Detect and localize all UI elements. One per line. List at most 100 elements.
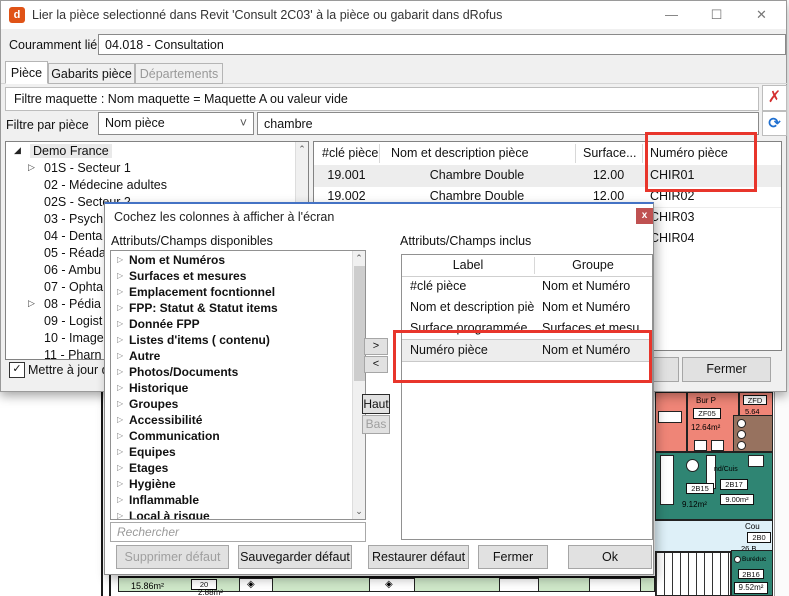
cell-surface: 12.00 — [575, 165, 642, 186]
collapsed-icon[interactable]: ▷ — [117, 319, 123, 328]
included-row[interactable]: #clé pièce Nom et Numéro — [402, 276, 652, 297]
collapsed-icon[interactable]: ▷ — [28, 298, 35, 309]
list-item[interactable]: ▷Hygiène — [111, 477, 349, 493]
list-item[interactable]: ▷ Accessibilité — [111, 413, 349, 429]
drofus-app-icon: d — [9, 7, 25, 23]
clear-filter-icon[interactable]: ✗ — [762, 85, 787, 111]
filter-field-dropdown[interactable]: Nom pièce ˅ — [98, 112, 254, 135]
cell-numero: CHIR03 — [642, 207, 781, 228]
tree-item-label: 05 - Réada — [44, 246, 106, 260]
scroll-up-icon[interactable]: ⌃ — [353, 253, 365, 264]
column-header-groupe[interactable]: Groupe — [534, 255, 652, 276]
expanded-icon[interactable]: ◢ — [14, 145, 21, 156]
cell-name: Chambre Double — [379, 165, 575, 186]
annotation-highlight-numero-row — [393, 330, 652, 383]
collapsed-icon[interactable]: ▷ — [117, 431, 123, 440]
column-header-key[interactable]: #clé pièce — [314, 142, 379, 165]
plan-room-tag: 2B15 — [686, 483, 714, 494]
list-item-label: Accessibilité — [129, 413, 202, 427]
list-item[interactable]: ▷Emplacement focntionnel — [111, 285, 349, 301]
list-item[interactable]: ▷Listes d'items ( contenu) — [111, 333, 349, 349]
column-header-label[interactable]: Label — [402, 255, 534, 276]
list-item[interactable]: ▷FPP: Statut & Statut items — [111, 301, 349, 317]
collapsed-icon[interactable]: ▷ — [117, 335, 123, 344]
list-item[interactable]: ▷Local à risque — [111, 509, 349, 520]
plan-symbol — [737, 430, 746, 439]
collapsed-icon[interactable]: ▷ — [117, 255, 123, 264]
ok-button[interactable]: Ok — [568, 545, 652, 569]
plan-area-label: 12.64m² — [691, 423, 720, 432]
column-header-name[interactable]: Nom et description pièce — [379, 142, 575, 165]
fermer-button[interactable]: Fermer — [682, 357, 771, 382]
plan-door-block — [499, 578, 539, 592]
list-item-label: Donnée FPP — [129, 317, 200, 331]
scroll-down-icon[interactable]: ⌄ — [353, 506, 365, 517]
collapsed-icon[interactable]: ▷ — [117, 463, 123, 472]
collapsed-icon[interactable]: ▷ — [117, 447, 123, 456]
minimize-icon[interactable]: — — [649, 1, 694, 29]
list-item[interactable]: ▷Equipes — [111, 445, 349, 461]
included-row[interactable]: Nom et description piè Nom et Numéro — [402, 297, 652, 318]
list-item[interactable]: ▷ Donnée FPP — [111, 317, 349, 333]
included-attributes-table: Label Groupe #clé pièce Nom et Numéro No… — [401, 254, 653, 540]
collapsed-icon[interactable]: ▷ — [117, 271, 123, 280]
collapsed-icon[interactable]: ▷ — [117, 351, 123, 360]
list-item[interactable]: ▷Nom et Numéros — [111, 253, 349, 269]
list-item[interactable]: ▷Autre — [111, 349, 349, 365]
tree-item[interactable]: 02 - Médecine adultes — [6, 178, 291, 195]
move-down-button[interactable]: Bas — [362, 415, 390, 434]
move-up-button[interactable]: Haut — [362, 394, 390, 414]
tree-item-label: Demo France — [30, 144, 112, 158]
remove-column-button[interactable]: < — [364, 356, 388, 373]
cell-groupe: Nom et Numéro — [534, 297, 652, 318]
refresh-filter-icon[interactable]: ⟳ — [762, 111, 787, 136]
list-scrollbar[interactable]: ⌃ ⌄ — [352, 251, 365, 519]
collapsed-icon[interactable]: ▷ — [117, 415, 123, 424]
current-link-field[interactable] — [98, 34, 786, 55]
collapsed-icon[interactable]: ▷ — [117, 303, 123, 312]
collapsed-icon[interactable]: ▷ — [117, 383, 123, 392]
chevron-down-icon: ˅ — [240, 113, 247, 134]
collapsed-icon[interactable]: ▷ — [117, 399, 123, 408]
plan-symbol — [734, 556, 741, 563]
restaurer-defaut-button[interactable]: Restaurer défaut — [368, 545, 469, 569]
attribute-search-input[interactable] — [110, 522, 366, 542]
title-bar: d Lier la pièce selectionné dans Revit '… — [1, 1, 786, 29]
column-header-surface[interactable]: Surface... — [575, 142, 642, 165]
maximize-icon[interactable]: ☐ — [694, 1, 739, 29]
plan-furniture — [711, 440, 724, 451]
collapsed-icon[interactable]: ▷ — [117, 367, 123, 376]
close-icon[interactable]: ✕ — [739, 1, 784, 29]
partial-hidden-button[interactable] — [651, 357, 679, 382]
tree-item-label: 10 - Image — [44, 331, 104, 345]
update-checkbox[interactable]: ✓ — [9, 362, 25, 378]
list-item[interactable]: ▷Surfaces et mesures — [111, 269, 349, 285]
dialog-fermer-button[interactable]: Fermer — [478, 545, 548, 569]
tab-piece[interactable]: Pièce — [5, 61, 48, 84]
supprimer-defaut-button[interactable]: Supprimer défaut — [116, 545, 229, 569]
collapsed-icon[interactable]: ▷ — [28, 162, 35, 173]
tree-item[interactable]: ▷ 01S - Secteur 1 — [6, 161, 291, 178]
tab-departements[interactable]: Départements — [135, 63, 223, 84]
list-item[interactable]: ▷ Inflammable — [111, 493, 349, 509]
dialog-close-icon[interactable]: x — [636, 208, 653, 224]
plan-room-tag: ZF05 — [693, 408, 721, 419]
sauvegarder-defaut-button[interactable]: Sauvegarder défaut — [238, 545, 352, 569]
screenshot-root: 15.86m² 20 ◈ ◈ 2.88m² Bur P ZF05 12.64m²… — [0, 0, 789, 596]
collapsed-icon[interactable]: ▷ — [117, 287, 123, 296]
tab-gabarits-piece[interactable]: Gabarits pièce — [48, 63, 135, 84]
scroll-up-icon[interactable]: ⌃ — [296, 144, 308, 155]
plan-room-name: nd/Cuis — [714, 466, 738, 473]
add-column-button[interactable]: > — [364, 338, 388, 355]
collapsed-icon[interactable]: ▷ — [117, 495, 123, 504]
list-item[interactable]: ▷Photos/Documents — [111, 365, 349, 381]
collapsed-icon[interactable]: ▷ — [117, 511, 123, 520]
tree-item-demo-france[interactable]: ◢ Demo France — [6, 144, 291, 161]
collapsed-icon[interactable]: ▷ — [117, 479, 123, 488]
list-item[interactable]: ▷Groupes — [111, 397, 349, 413]
list-item-label: Inflammable — [129, 493, 199, 507]
list-item[interactable]: ▷Historique — [111, 381, 349, 397]
list-item[interactable]: ▷Communication — [111, 429, 349, 445]
list-item[interactable]: ▷Etages — [111, 461, 349, 477]
plan-room-teal-small: Buréduc 2B16 9.52m² — [731, 550, 773, 596]
